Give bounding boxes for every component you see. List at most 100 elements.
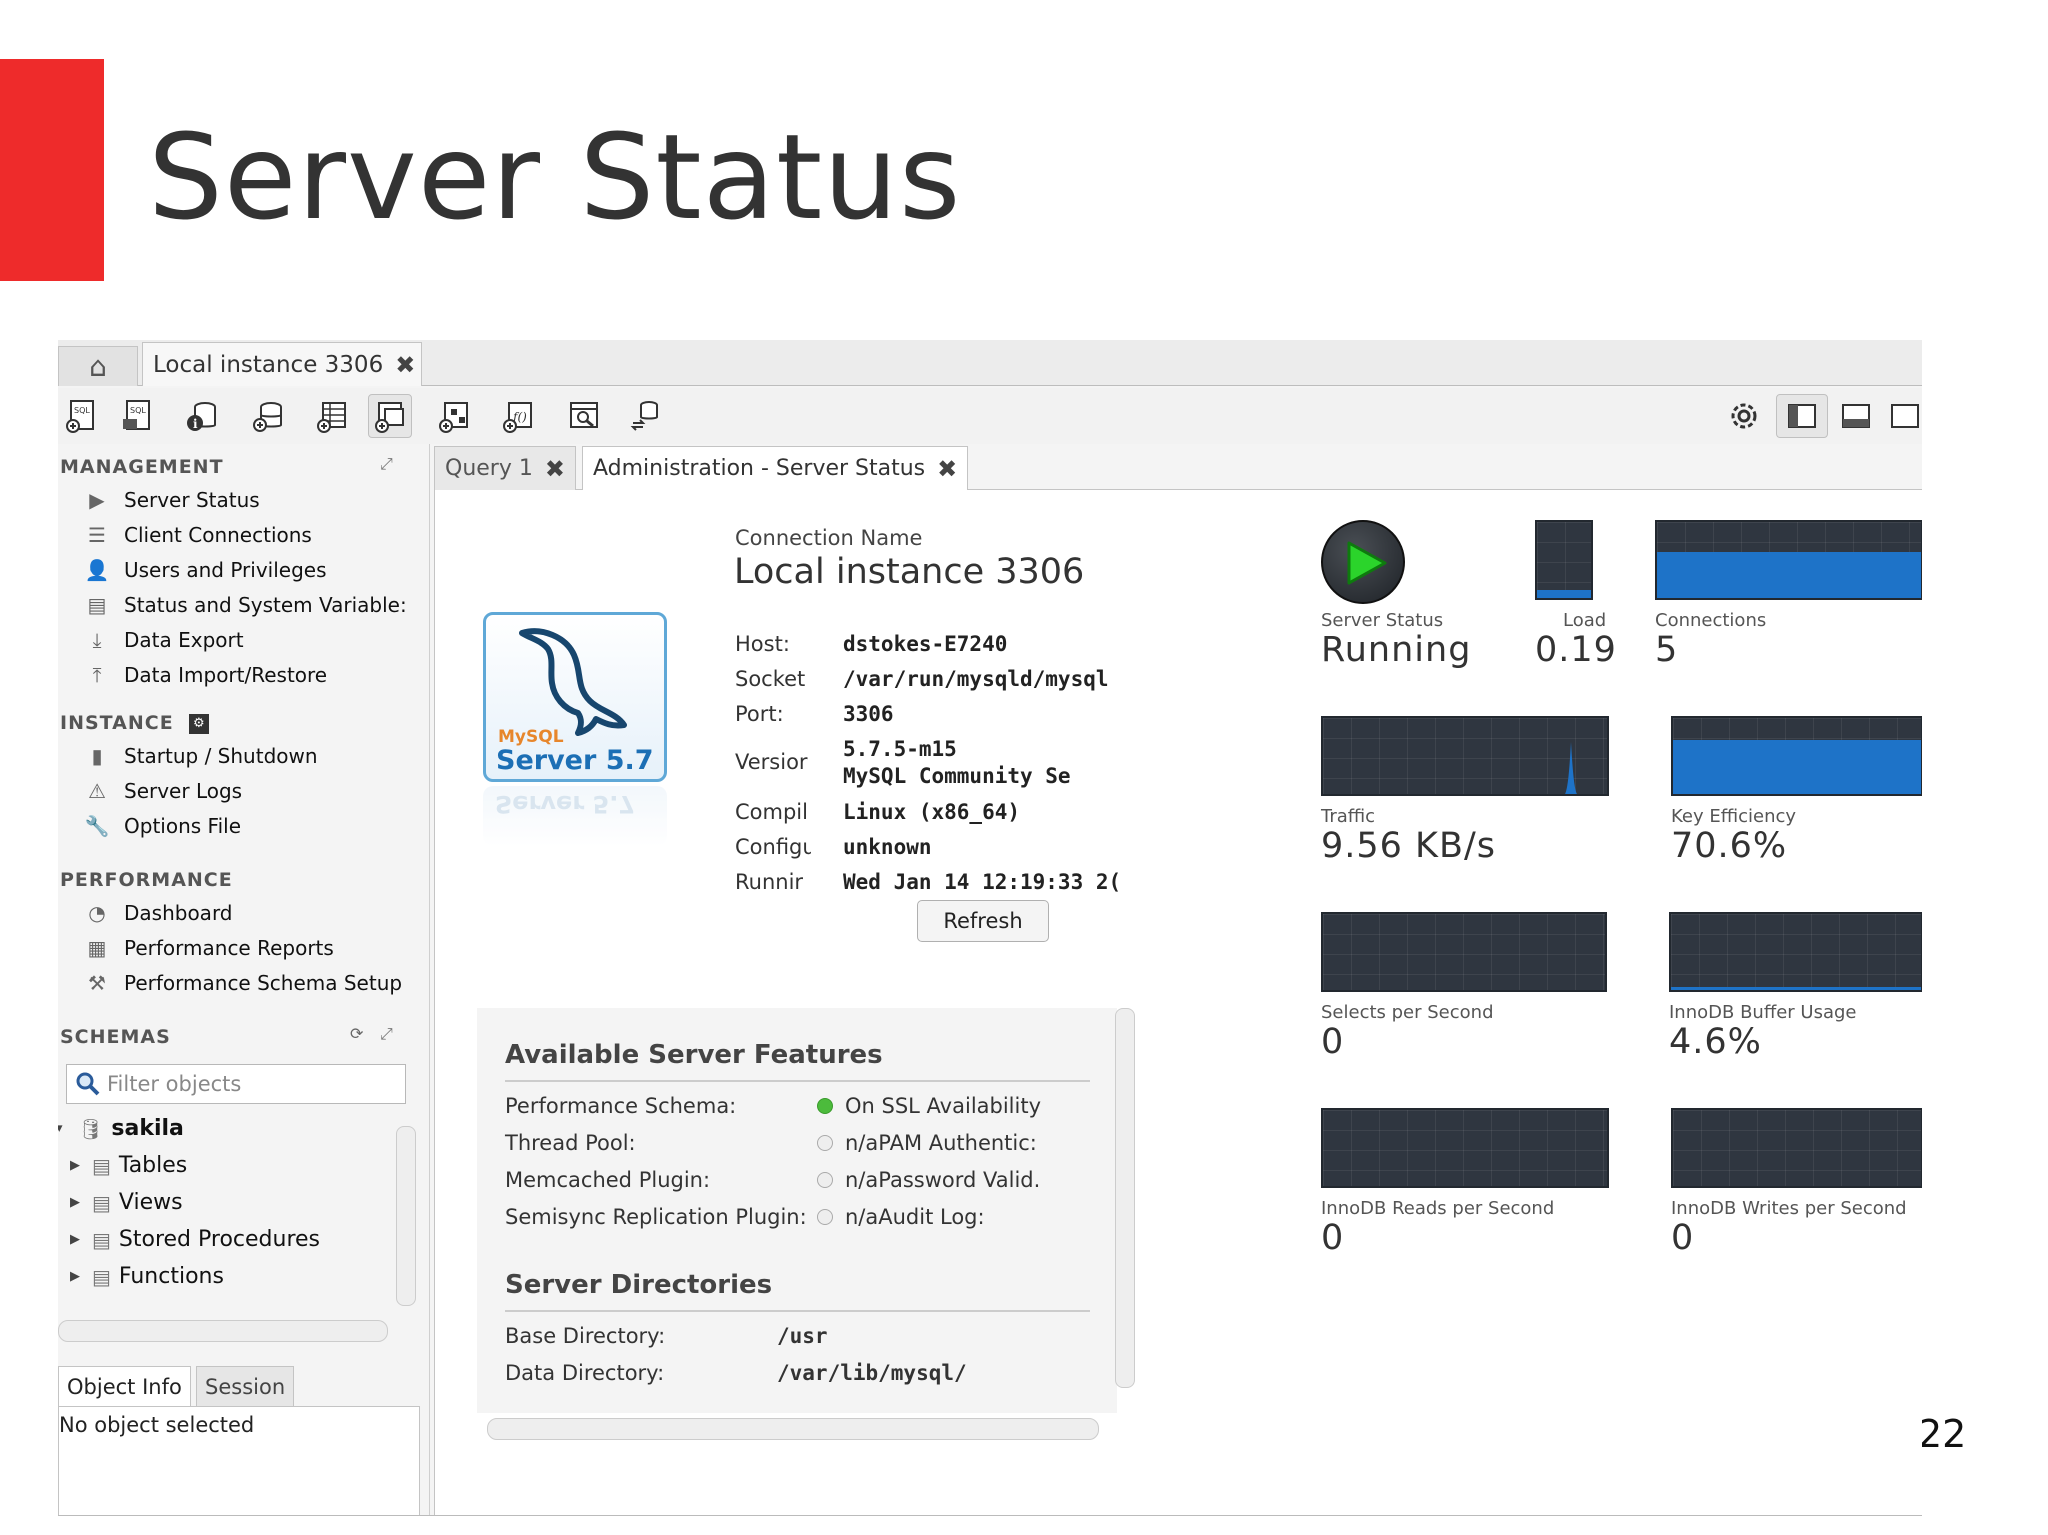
sidebar-item-server-logs[interactable]: ⚠ Server Logs bbox=[84, 775, 242, 807]
toggle-output-icon[interactable] bbox=[1834, 394, 1878, 438]
server-running-indicator bbox=[1321, 520, 1405, 604]
close-icon[interactable]: ✖ bbox=[545, 455, 565, 483]
database-icon: 🛢 bbox=[78, 1116, 104, 1141]
feature-thread-pool-value: n/aPAM Authentic: bbox=[845, 1131, 1037, 1155]
sidebar-item-startup-shutdown[interactable]: ▮ Startup / Shutdown bbox=[84, 740, 317, 772]
base-directory-value: /usr bbox=[777, 1324, 828, 1348]
sidebar-item-options-file[interactable]: 🔧 Options File bbox=[84, 810, 241, 842]
status-off-indicator bbox=[817, 1209, 833, 1225]
chevron-right-icon[interactable]: ▶ bbox=[70, 1158, 92, 1173]
schema-tree-vertical-scrollbar[interactable] bbox=[396, 1126, 416, 1306]
schema-sakila[interactable]: ▾ 🛢 sakila bbox=[58, 1116, 184, 1141]
variables-icon: ▤ bbox=[87, 593, 107, 617]
running-since-value: Wed Jan 14 12:19:33 2( bbox=[843, 870, 1122, 894]
search-table-data-icon[interactable] bbox=[562, 394, 606, 438]
sidebar-item-data-export[interactable]: ⤓ Data Export bbox=[84, 624, 244, 656]
refresh-schemas-icon[interactable]: ⟳ bbox=[350, 1024, 363, 1043]
tree-item-tables[interactable]: ▶ ▤ Tables bbox=[70, 1153, 187, 1178]
main-editor-area: Query 1 ✖ Administration - Server Status… bbox=[434, 444, 1922, 1515]
version-value: 5.7.5-m15 bbox=[843, 737, 957, 761]
workbench-window: ⌂ Local instance 3306 ✖ SQL SQL i f() MA… bbox=[58, 340, 1922, 1516]
selects-graph bbox=[1321, 912, 1607, 992]
data-directory-label: Data Directory: bbox=[505, 1361, 665, 1385]
main-toolbar: SQL SQL i f() bbox=[58, 388, 1922, 444]
sidebar-item-status-variables[interactable]: ▤ Status and System Variable: bbox=[84, 589, 407, 621]
innodb-writes-label: InnoDB Writes per Second bbox=[1671, 1198, 1907, 1219]
expand-schemas-icon[interactable]: ⤢ bbox=[380, 1024, 393, 1044]
features-vertical-scrollbar[interactable] bbox=[1115, 1008, 1135, 1388]
sidebar-item-dashboard[interactable]: ◔ Dashboard bbox=[84, 897, 232, 929]
schema-filter-input[interactable]: Filter objects bbox=[66, 1064, 406, 1104]
sidebar-item-server-status[interactable]: ▶ Server Status bbox=[84, 484, 259, 516]
search-icon bbox=[76, 1072, 100, 1096]
connection-tab-strip: ⌂ Local instance 3306 ✖ bbox=[58, 340, 1922, 386]
load-label: Load bbox=[1563, 610, 1607, 631]
create-function-icon[interactable]: f() bbox=[496, 394, 540, 438]
refresh-button[interactable]: Refresh bbox=[917, 900, 1049, 942]
sidebar-item-client-connections[interactable]: ☰ Client Connections bbox=[84, 519, 312, 551]
features-header: Available Server Features bbox=[505, 1040, 883, 1070]
innodb-writes-graph bbox=[1671, 1108, 1922, 1188]
tab-local-instance[interactable]: Local instance 3306 ✖ bbox=[142, 342, 422, 386]
tree-item-views[interactable]: ▶ ▤ Views bbox=[70, 1190, 183, 1215]
connection-name-value: Local instance 3306 bbox=[734, 552, 1085, 592]
host-value: dstokes-E7240 bbox=[843, 632, 1008, 656]
feature-semisync-label: Semisync Replication Plugin: bbox=[505, 1205, 807, 1229]
new-sql-tab-icon[interactable]: SQL bbox=[60, 394, 104, 438]
mysql-brand-text: MySQL bbox=[498, 727, 564, 747]
navigator-sidebar: MANAGEMENT ⤢ ▶ Server Status ☰ Client Co… bbox=[58, 444, 430, 1515]
close-icon[interactable]: ✖ bbox=[937, 455, 957, 483]
load-value: 0.19 bbox=[1535, 630, 1617, 670]
sidebar-item-data-import[interactable]: ⤒ Data Import/Restore bbox=[84, 659, 328, 691]
server-status-content: MySQL Server 5.7 Server 5.7 Connection N… bbox=[434, 490, 1922, 1515]
create-procedure-icon[interactable] bbox=[432, 394, 476, 438]
slide-page-number: 22 bbox=[1918, 1412, 1967, 1456]
directories-divider bbox=[505, 1310, 1090, 1312]
home-tab[interactable]: ⌂ bbox=[58, 346, 138, 386]
features-horizontal-scrollbar[interactable] bbox=[487, 1418, 1099, 1440]
create-view-icon[interactable] bbox=[368, 394, 412, 438]
sidebar-item-users-privileges[interactable]: 👤 Users and Privileges bbox=[84, 554, 327, 586]
tab-object-info[interactable]: Object Info bbox=[58, 1366, 191, 1406]
instance-settings-icon[interactable]: ⚙ bbox=[189, 713, 210, 734]
export-icon: ⤓ bbox=[92, 628, 102, 652]
config-value: unknown bbox=[843, 835, 932, 859]
expand-icon[interactable]: ⤢ bbox=[380, 454, 393, 474]
connections-level-bar bbox=[1657, 552, 1921, 598]
socket-value: /var/run/mysqld/mysql bbox=[843, 667, 1109, 691]
open-sql-script-icon[interactable]: SQL bbox=[116, 394, 160, 438]
port-label: Port: bbox=[735, 702, 784, 726]
schema-tree-horizontal-scrollbar[interactable] bbox=[58, 1320, 388, 1342]
selects-label: Selects per Second bbox=[1321, 1002, 1494, 1023]
tab-administration-server-status[interactable]: Administration - Server Status ✖ bbox=[582, 446, 969, 490]
chevron-down-icon[interactable]: ▾ bbox=[58, 1121, 78, 1136]
close-icon[interactable]: ✖ bbox=[395, 351, 415, 379]
compiled-value: Linux (x86_64) bbox=[843, 800, 1021, 824]
create-table-icon[interactable] bbox=[310, 394, 354, 438]
tab-query-1[interactable]: Query 1 ✖ bbox=[434, 446, 576, 490]
inspector-icon[interactable]: i bbox=[180, 394, 224, 438]
client-connections-icon: ☰ bbox=[88, 523, 106, 547]
toggle-secondary-sidebar-icon[interactable] bbox=[1890, 394, 1922, 438]
sidebar-item-performance-schema-setup[interactable]: ⚒ Performance Schema Setup bbox=[84, 967, 402, 999]
folder-icon: ▤ bbox=[92, 1153, 111, 1178]
status-off-indicator bbox=[817, 1135, 833, 1151]
chevron-right-icon[interactable]: ▶ bbox=[70, 1195, 92, 1210]
tree-item-functions[interactable]: ▶ ▤ Functions bbox=[70, 1264, 224, 1289]
chevron-right-icon[interactable]: ▶ bbox=[70, 1269, 92, 1284]
management-header: MANAGEMENT bbox=[60, 456, 224, 478]
port-value: 3306 bbox=[843, 702, 894, 726]
filter-placeholder: Filter objects bbox=[107, 1072, 242, 1096]
reconnect-icon[interactable] bbox=[624, 394, 668, 438]
data-directory-value: /var/lib/mysql/ bbox=[777, 1361, 967, 1385]
config-label: Configu bbox=[735, 835, 811, 859]
tab-session[interactable]: Session bbox=[196, 1366, 295, 1406]
create-schema-icon[interactable] bbox=[246, 394, 290, 438]
editor-tab-strip: Query 1 ✖ Administration - Server Status… bbox=[434, 444, 1922, 490]
settings-gear-icon[interactable] bbox=[1722, 394, 1766, 438]
chevron-right-icon[interactable]: ▶ bbox=[70, 1232, 92, 1247]
toggle-sidebar-icon[interactable] bbox=[1776, 394, 1828, 438]
key-efficiency-label: Key Efficiency bbox=[1671, 806, 1797, 827]
sidebar-item-performance-reports[interactable]: ▦ Performance Reports bbox=[84, 932, 334, 964]
tree-item-stored-procedures[interactable]: ▶ ▤ Stored Procedures bbox=[70, 1227, 320, 1252]
